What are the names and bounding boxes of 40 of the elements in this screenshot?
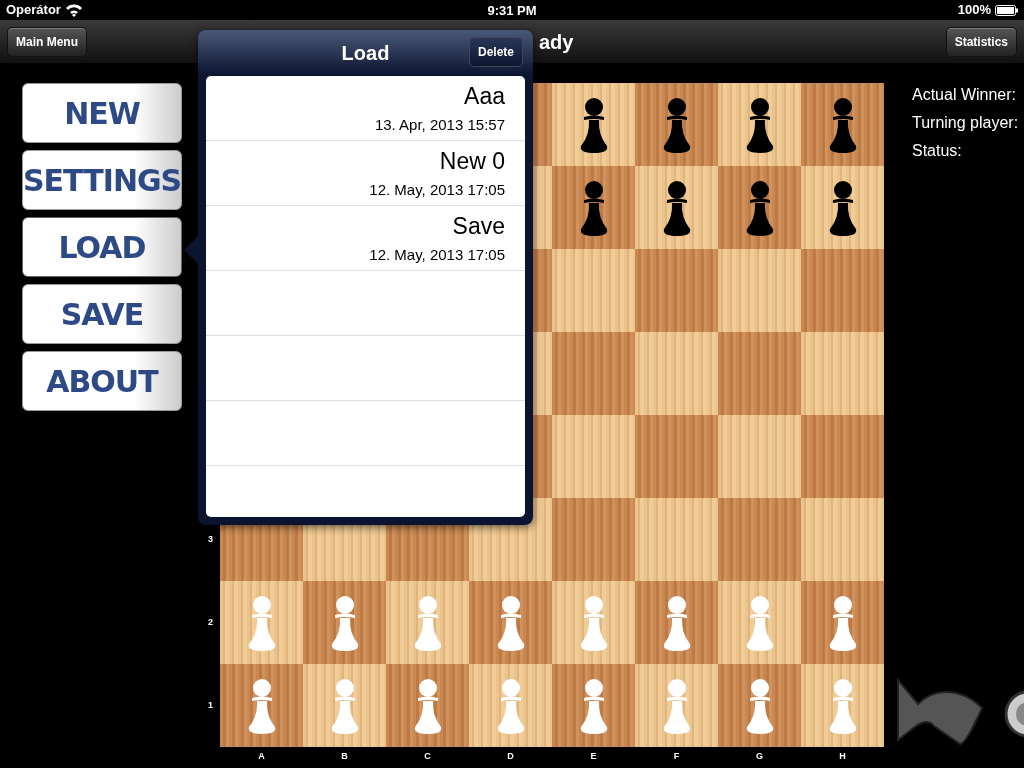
file-label: G [756,751,763,761]
file-label: A [258,751,265,761]
saved-game-row[interactable]: Save 12. May, 2013 17:05 [206,206,525,271]
carrier-name: Operátor [6,1,61,20]
clock-time: 9:31 PM [487,2,537,20]
menu-button[interactable]: LOAD [22,217,182,277]
info-label: Actual Winner: [912,85,1018,105]
file-label: C [424,751,431,761]
rank-label: 1 [208,698,213,712]
saved-game-row[interactable]: Aaa 13. Apr, 2013 15:57 [206,76,525,141]
file-label: F [673,751,680,761]
menu-button[interactable]: SETTINGS [22,150,182,210]
menu-button[interactable]: SAVE [22,284,182,344]
game-date: 13. Apr, 2013 15:57 [374,115,505,135]
battery-percent: 100% [957,1,991,20]
file-label: D [507,751,514,761]
delete-button[interactable]: Delete [468,37,523,67]
info-label: Status: [912,141,963,161]
info-label: Turning player: [912,113,1020,133]
undo-arrow-icon [896,678,986,748]
game-date: 12. May, 2013 17:05 [369,180,505,200]
game-name: Save [452,212,505,240]
popover-title: Load [341,41,390,66]
rank-label: 2 [208,615,213,629]
saved-game-row[interactable]: New 0 12. May, 2013 17:05 [206,141,525,206]
menu-button[interactable]: NEW [22,83,182,143]
wifi-icon [64,3,83,17]
main-menu-button[interactable]: Main Menu [7,26,87,57]
game-name: New 0 [439,147,505,175]
game-name: Aaa [464,82,505,110]
menu-button[interactable]: ABOUT [22,351,182,411]
statistics-button[interactable]: Statistics [945,26,1017,57]
file-label: B [341,751,348,761]
file-label: H [839,751,846,761]
file-label: E [590,751,597,761]
rank-label: 3 [208,532,213,546]
battery-icon [995,4,1018,16]
game-date: 12. May, 2013 17:05 [369,245,505,265]
round-button-icon [1004,690,1024,738]
nav-title: ady [539,29,574,55]
